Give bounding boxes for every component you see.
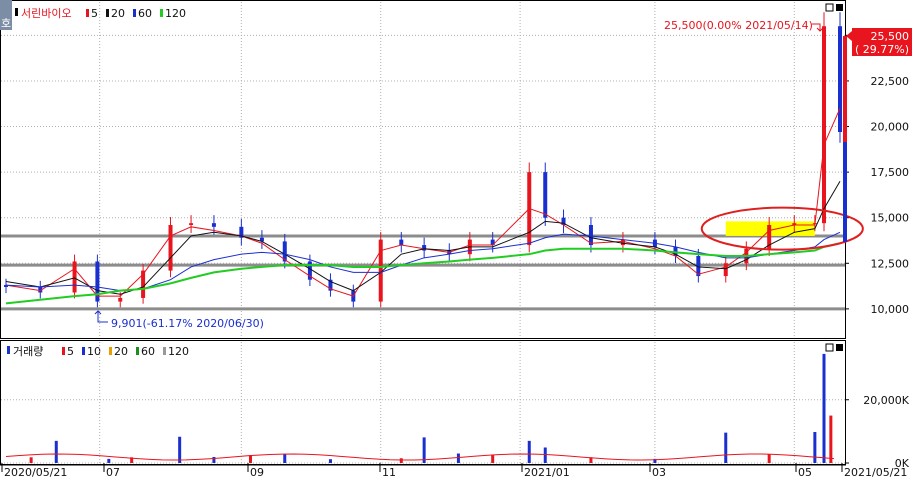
volume-bar [527,440,531,463]
side-tab-label: 호 [1,17,11,30]
legend-swatch [160,9,163,17]
price-tick-label: 10,000 [871,303,910,316]
legend-swatch [106,9,109,17]
candle-body [543,172,548,218]
candle-body [168,225,173,271]
legend-ma-label[interactable]: 120 [165,7,186,20]
legend-swatch [86,9,89,17]
stock-chart-window: 호 서린바이오 5 20 60 120 거래량 5 10 20 60 120 10,000 12… [0,0,912,480]
candle-body [422,245,427,251]
legend-ma-label[interactable]: 5 [91,7,98,20]
last-price-change: ( 29.77%) [855,43,909,56]
volume-bar [178,436,182,463]
maximize-icon[interactable] [825,3,834,12]
legend-ma-label[interactable]: 60 [141,345,155,358]
volume-bar [491,454,495,463]
volume-tick-label: 20,000K [863,394,909,407]
volume-bar [456,453,460,463]
volume-bar [107,458,111,463]
volume-bar [829,415,833,463]
chart-canvas: 호 서린바이오 5 20 60 120 거래량 5 10 20 60 120 10,000 12… [0,0,912,479]
volume-legend-swatch [7,346,10,354]
price-legend-title: 서린바이오 [21,7,72,20]
volume-bar [248,455,252,463]
legend-ma-label[interactable]: 20 [114,345,128,358]
candle-body [72,261,77,293]
price-tick-label: 22,500 [871,75,910,88]
last-price-value: 25,500 [871,30,910,43]
x-tick-label: 07 [106,466,120,479]
high-annotation: 25,500(0.00% 2021/05/14) [664,19,813,32]
price-panel-frame [0,0,846,339]
maximize-icon[interactable] [825,343,834,352]
x-tick-label: 11 [382,466,396,479]
legend-swatch [109,347,112,355]
volume-bar [543,447,547,463]
candle-body [118,297,123,302]
volume-y-axis: 0K20,000K [845,394,910,470]
candle-body [838,26,842,133]
volume-bar [813,432,817,463]
volume-bar [822,353,826,463]
volume-bar [767,454,771,463]
x-tick-label: 09 [250,466,264,479]
volume-bar [328,459,332,463]
price-tick-label: 15,000 [871,212,910,225]
candle-body [189,223,194,225]
price-y-axis: 10,00012,50015,00017,50020,00022,50025,0… [845,29,909,316]
x-tick-label: 2021/01 [524,466,570,479]
last-price-bar-down [843,142,847,242]
legend-swatch [136,347,139,355]
volume-bar [724,432,728,463]
price-tick-label: 17,500 [871,166,910,179]
price-tick-label: 20,000 [871,121,910,134]
x-tick-label: 2021/05/21 [844,466,907,479]
close-icon[interactable] [836,4,843,11]
last-price-bar-up [843,36,847,142]
candle-body [620,239,625,246]
legend-swatch [163,347,166,355]
candle-body [211,223,216,227]
x-tick-label: 05 [798,466,812,479]
volume-bar [54,440,58,463]
candle-body [822,26,827,224]
candle-body [399,239,404,246]
price-legend-swatch [15,8,18,16]
volume-bar [399,458,403,463]
candle-body [723,263,728,277]
legend-ma-label[interactable]: 120 [168,345,189,358]
price-tick-label: 12,500 [871,257,910,270]
legend-ma-label[interactable]: 20 [111,7,125,20]
x-tick-label: 03 [652,466,666,479]
low-annotation: 9,901(-61.17% 2020/06/30) [111,317,264,330]
x-tick-label: 2020/05/21 [4,466,67,479]
legend-ma-label[interactable]: 5 [67,345,74,358]
legend-swatch [62,347,65,355]
legend-ma-label[interactable]: 60 [138,7,152,20]
close-icon[interactable] [836,344,843,351]
volume-bar [29,457,33,463]
volume-bar [283,453,287,463]
legend-ma-label[interactable]: 10 [87,345,101,358]
legend-swatch [133,9,136,17]
volume-legend-title: 거래량 [13,345,43,358]
legend-swatch [82,347,85,355]
